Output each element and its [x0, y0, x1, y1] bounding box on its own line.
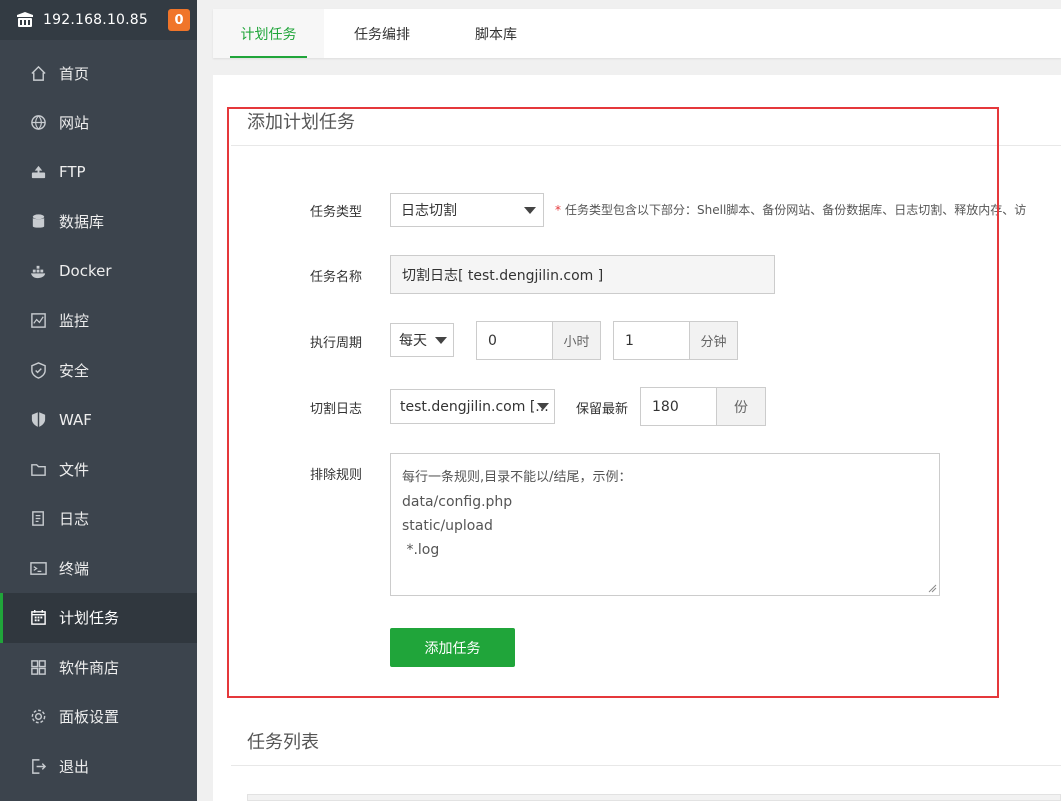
- sidebar-item-12[interactable]: 软件商店: [0, 642, 197, 692]
- keep-unit: 份: [716, 387, 766, 426]
- chevron-down-icon: [537, 403, 549, 410]
- sidebar-item-13[interactable]: 面板设置: [0, 692, 197, 742]
- apps-grid-icon: [30, 659, 47, 676]
- monitor-icon: [30, 312, 47, 329]
- sidebar-item-8[interactable]: 文件: [0, 444, 197, 494]
- cut-log-select[interactable]: test.dengjilin.com [...: [390, 389, 555, 424]
- resize-handle-icon[interactable]: [928, 584, 937, 593]
- sidebar-item-label: WAF: [59, 410, 92, 429]
- minute-input[interactable]: 1: [613, 321, 690, 360]
- exclude-placeholder-line: static/upload: [402, 518, 493, 534]
- sidebar-item-0[interactable]: 首页: [0, 48, 197, 98]
- task-name-label: 任务名称: [310, 270, 363, 285]
- tab-task-orchestration[interactable]: 任务编排: [354, 9, 410, 58]
- gear-icon: [30, 708, 47, 725]
- sidebar-item-3[interactable]: 数据库: [0, 197, 197, 247]
- hour-unit: 小时: [552, 321, 601, 360]
- globe-icon: [30, 114, 47, 131]
- cut-log-label: 切割日志: [310, 402, 363, 417]
- sidebar-header: 192.168.10.85 0: [0, 0, 197, 40]
- exclude-placeholder-line: 每行一条规则,目录不能以/结尾，示例：: [402, 470, 632, 485]
- chevron-down-icon: [435, 337, 447, 344]
- period-select[interactable]: 每天: [390, 323, 454, 357]
- exclude-rules-label: 排除规则: [310, 468, 363, 483]
- task-name-value: 切割日志[ test.dengjilin.com ]: [402, 267, 604, 284]
- calendar-icon: [30, 609, 47, 626]
- sidebar-item-label: 计划任务: [59, 609, 120, 627]
- exclude-placeholder-line: *.log: [402, 542, 440, 558]
- log-icon: [30, 510, 47, 527]
- task-list-table: [247, 794, 1061, 801]
- sidebar: 192.168.10.85 0 首页网站 FTP 数据库 Docker 监控安全 WAF 文…: [0, 0, 197, 801]
- sidebar-item-label: 数据库: [59, 213, 105, 231]
- home-icon: [30, 65, 47, 82]
- waf-shield-icon: [30, 411, 47, 428]
- sidebar-item-2[interactable]: FTP: [0, 147, 197, 197]
- tab-script-library[interactable]: 脚本库: [475, 9, 517, 58]
- sidebar-item-label: 安全: [59, 361, 90, 380]
- chevron-down-icon: [524, 207, 536, 214]
- sidebar-item-label: 退出: [59, 757, 90, 776]
- sidebar-item-label: FTP: [59, 163, 86, 181]
- add-task-button[interactable]: 添加任务: [390, 628, 515, 667]
- sidebar-item-label: 首页: [59, 64, 90, 83]
- task-type-value: 日志切割: [401, 203, 457, 219]
- sidebar-item-11[interactable]: 计划任务: [0, 592, 197, 643]
- sidebar-item-5[interactable]: 监控: [0, 296, 197, 346]
- minute-unit: 分钟: [689, 321, 738, 360]
- period-value: 每天: [399, 333, 427, 349]
- sidebar-item-14[interactable]: 退出: [0, 741, 197, 791]
- form-title: 添加计划任务: [247, 112, 355, 133]
- sidebar-item-7[interactable]: WAF: [0, 395, 197, 445]
- logout-icon: [30, 758, 47, 775]
- sidebar-item-label: Docker: [59, 262, 112, 280]
- sidebar-item-label: 软件商店: [59, 658, 120, 677]
- sidebar-item-label: 网站: [59, 114, 90, 132]
- ftp-icon: [30, 164, 47, 181]
- period-label: 执行周期: [310, 336, 363, 351]
- server-logo-icon: [17, 12, 33, 27]
- main-panel: [213, 75, 1061, 801]
- cut-log-value: test.dengjilin.com [...: [400, 398, 549, 415]
- task-list-title: 任务列表: [247, 732, 319, 753]
- task-list-divider: [231, 765, 1061, 766]
- shield-icon: [30, 361, 47, 379]
- sidebar-item-label: 终端: [59, 559, 90, 578]
- exclude-placeholder-line: data/config.php: [402, 494, 513, 510]
- task-type-label: 任务类型: [310, 205, 363, 220]
- keep-latest-label: 保留最新: [576, 402, 629, 417]
- minute-value: 1: [625, 332, 634, 349]
- form-divider: [231, 145, 1061, 146]
- keep-count-input[interactable]: 180: [640, 387, 717, 426]
- database-icon: [30, 213, 47, 230]
- tab-bar: 计划任务 任务编排 脚本库: [213, 9, 1061, 58]
- task-type-select[interactable]: 日志切割: [390, 193, 544, 227]
- task-name-input[interactable]: 切割日志[ test.dengjilin.com ]: [390, 255, 775, 294]
- sidebar-item-4[interactable]: Docker: [0, 246, 197, 296]
- sidebar-item-label: 监控: [59, 312, 90, 330]
- terminal-icon: [30, 560, 47, 577]
- sidebar-item-label: 面板设置: [59, 708, 120, 726]
- notification-badge[interactable]: 0: [168, 9, 190, 31]
- sidebar-item-6[interactable]: 安全: [0, 345, 197, 395]
- task-type-note: * 任务类型包含以下部分：Shell脚本、备份网站、备份数据库、日志切割、释放内存…: [555, 203, 1027, 217]
- folder-icon: [30, 461, 47, 478]
- tab-scheduled-tasks[interactable]: 计划任务: [213, 9, 324, 58]
- sidebar-item-label: 文件: [59, 460, 90, 479]
- server-ip: 192.168.10.85: [43, 12, 149, 28]
- docker-icon: [30, 263, 47, 280]
- exclude-rules-textarea[interactable]: 每行一条规则,目录不能以/结尾，示例： data/config.php stat…: [390, 453, 940, 596]
- sidebar-item-1[interactable]: 网站: [0, 98, 197, 148]
- sidebar-item-label: 日志: [59, 510, 90, 528]
- sidebar-item-10[interactable]: 终端: [0, 543, 197, 593]
- hour-value: 0: [488, 332, 497, 349]
- sidebar-item-9[interactable]: 日志: [0, 494, 197, 544]
- hour-input[interactable]: 0: [476, 321, 553, 360]
- keep-count-value: 180: [652, 398, 679, 415]
